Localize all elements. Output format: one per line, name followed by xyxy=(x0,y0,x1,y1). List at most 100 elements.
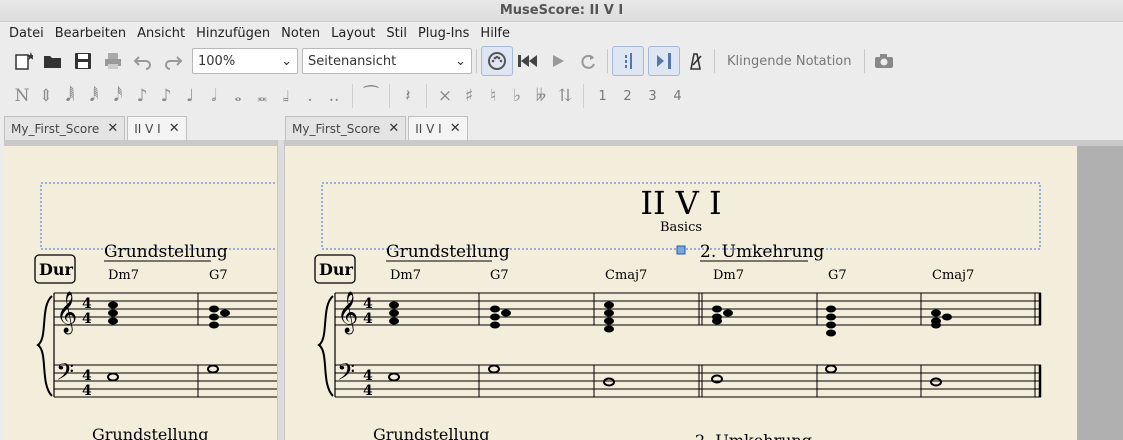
concert-pitch-button[interactable]: Klingende Notation xyxy=(719,54,860,69)
32nd-note-icon[interactable]: 𝅘𝅥𝅱 xyxy=(82,82,106,110)
breve-note-icon[interactable]: 𝅜 xyxy=(250,82,274,110)
augmentation-dot-icon[interactable]: . xyxy=(298,82,322,110)
midi-icon xyxy=(488,52,506,70)
up-down-icon[interactable]: ⇕ xyxy=(34,82,58,110)
next-system-label: Grundstellung xyxy=(373,425,489,440)
chord-symbol: Cmaj7 xyxy=(932,268,974,283)
chevron-down-icon: ⌄ xyxy=(281,53,292,69)
print-icon[interactable] xyxy=(98,47,128,75)
time-sig-bottom: 4 xyxy=(363,383,373,399)
scroll-area-gray xyxy=(1077,146,1123,440)
next-system-label: 2. Umkehrung xyxy=(695,431,812,440)
natural-icon[interactable]: ♮ xyxy=(481,82,505,110)
menu-layout[interactable]: Layout xyxy=(326,26,381,41)
double-flat-icon[interactable]: 𝄫 xyxy=(529,82,553,110)
loop-in-toggle[interactable] xyxy=(612,46,644,76)
time-sig-bottom: 4 xyxy=(363,311,373,327)
save-icon[interactable] xyxy=(68,47,98,75)
close-icon[interactable]: ✕ xyxy=(450,121,461,136)
menu-datei[interactable]: Datei xyxy=(4,26,50,41)
loop-out-toggle[interactable] xyxy=(648,46,680,76)
close-icon[interactable]: ✕ xyxy=(107,121,118,136)
longa-note-icon[interactable]: 𝆷 xyxy=(274,82,298,110)
double-sharp-icon[interactable]: × xyxy=(433,82,457,110)
redo-icon[interactable] xyxy=(158,47,188,75)
16th-note-icon[interactable]: 𝅘𝅥𝅰 xyxy=(106,82,130,110)
flat-icon[interactable]: ♭ xyxy=(505,82,529,110)
score-page: Grundstellung Dur Dm7 G7 { 𝄞 𝄢 4 4 4 4 xyxy=(4,146,277,440)
zoom-select[interactable]: 100% ⌄ xyxy=(192,48,298,74)
bass-clef-icon: 𝄢 xyxy=(337,358,355,391)
selection-handle[interactable] xyxy=(676,245,686,255)
voice-3-button[interactable]: 3 xyxy=(640,89,665,104)
eighth-note-icon[interactable]: ♪ xyxy=(130,82,154,110)
menu-ansicht[interactable]: Ansicht xyxy=(132,26,191,41)
bass-clef-icon: 𝄢 xyxy=(56,358,74,391)
right-score-view[interactable]: II V I Basics Grundstellung 2. Umkehrung… xyxy=(285,140,1123,440)
menu-plugins[interactable]: Plug-Ins xyxy=(413,26,475,41)
chevron-down-icon: ⌄ xyxy=(455,53,466,69)
svg-text:★: ★ xyxy=(26,51,33,63)
64th-note-icon[interactable]: 𝅘𝅥𝅲 xyxy=(58,82,82,110)
separator xyxy=(476,49,477,73)
new-score-icon[interactable]: ★ xyxy=(8,47,38,75)
separator xyxy=(352,84,353,108)
menu-hinzufuegen[interactable]: Hinzufügen xyxy=(191,26,276,41)
separator xyxy=(426,84,427,108)
voice-2-button[interactable]: 2 xyxy=(615,89,640,104)
separator xyxy=(389,84,390,108)
separator xyxy=(607,49,608,73)
play-icon[interactable] xyxy=(543,47,573,75)
view-mode-select[interactable]: Seitenansicht ⌄ xyxy=(302,48,472,74)
double-dot-icon[interactable]: .. xyxy=(322,82,346,110)
close-icon[interactable]: ✕ xyxy=(169,121,180,136)
voice-1-button[interactable]: 1 xyxy=(590,89,615,104)
camera-icon[interactable] xyxy=(869,47,899,75)
flip-direction-icon[interactable]: ⇅ xyxy=(553,82,577,110)
loop-icon[interactable] xyxy=(573,47,603,75)
metronome-icon[interactable] xyxy=(680,47,710,75)
window-title: MuseScore: II V I xyxy=(0,0,1123,22)
sharp-icon[interactable]: ♯ xyxy=(457,82,481,110)
rewind-icon[interactable] xyxy=(513,47,543,75)
chord-symbol: G7 xyxy=(209,268,228,283)
half-note-icon[interactable]: 𝅗𝅥 xyxy=(202,82,226,110)
tab-my-first-score[interactable]: My_First_Score ✕ xyxy=(285,116,407,140)
right-tab-bar: My_First_Score ✕ II V I ✕ xyxy=(285,116,470,140)
tab-ii-v-i[interactable]: II V I ✕ xyxy=(127,116,187,140)
left-score-view[interactable]: Grundstellung Dur Dm7 G7 { 𝄞 𝄢 4 4 4 4 xyxy=(4,140,277,440)
eighth-note-alt-icon[interactable]: ♪ xyxy=(154,82,178,110)
score-subtitle: Basics xyxy=(660,220,702,235)
rest-icon[interactable]: 𝄽 xyxy=(396,82,420,110)
file-toolbar: ★ 100% ⌄ Seitenansicht ⌄ Klingende Notat… xyxy=(0,44,1123,78)
menu-hilfe[interactable]: Hilfe xyxy=(475,26,516,41)
brace-icon xyxy=(317,295,334,397)
quarter-note-icon[interactable]: ♩ xyxy=(178,82,202,110)
undo-icon[interactable] xyxy=(128,47,158,75)
open-folder-icon[interactable] xyxy=(38,47,68,75)
chord-symbol: G7 xyxy=(828,268,847,283)
treble-clef-icon: 𝄞 xyxy=(56,291,77,334)
loop-out-icon xyxy=(657,53,671,69)
menu-bearbeiten[interactable]: Bearbeiten xyxy=(50,26,132,41)
separator xyxy=(714,49,715,73)
section-label: 2. Umkehrung xyxy=(700,242,824,262)
menu-stil[interactable]: Stil xyxy=(381,26,413,41)
split-handle[interactable] xyxy=(277,140,285,440)
voice-4-button[interactable]: 4 xyxy=(665,89,690,104)
midi-input-toggle[interactable] xyxy=(481,46,513,76)
header-frame[interactable] xyxy=(40,182,277,250)
menu-bar: Datei Bearbeiten Ansicht Hinzufügen Note… xyxy=(0,22,1123,44)
score-title: II V I xyxy=(640,184,721,222)
zoom-value: 100% xyxy=(198,53,236,69)
note-input-mode-icon[interactable]: N xyxy=(10,82,34,110)
tab-ii-v-i[interactable]: II V I ✕ xyxy=(408,116,468,140)
next-system-label: Grundstellung xyxy=(92,425,208,440)
tie-icon[interactable]: ⁀ xyxy=(359,82,383,110)
tab-label: My_First_Score xyxy=(11,121,100,136)
menu-noten[interactable]: Noten xyxy=(276,26,326,41)
tab-my-first-score[interactable]: My_First_Score ✕ xyxy=(4,116,126,140)
brace-icon xyxy=(36,295,53,397)
whole-note-icon[interactable]: 𝅝 xyxy=(226,82,250,110)
close-icon[interactable]: ✕ xyxy=(388,121,399,136)
